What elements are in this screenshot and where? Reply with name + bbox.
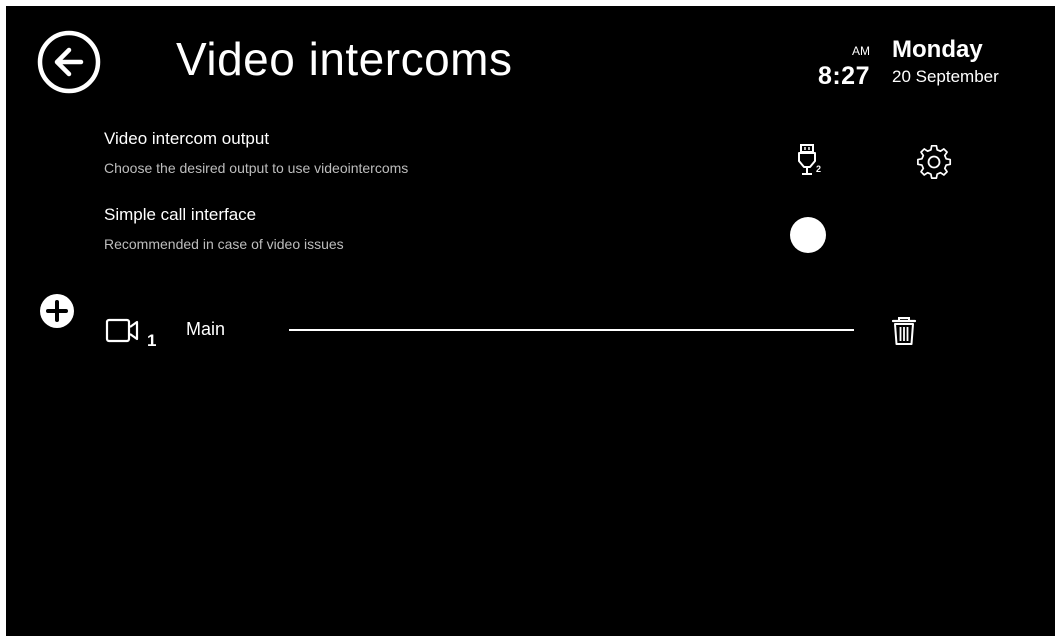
add-intercom-button[interactable] — [39, 293, 75, 329]
intercom-name: Main — [186, 319, 226, 339]
usb-plug-icon — [798, 144, 816, 175]
trash-icon — [891, 317, 917, 345]
output-select-button[interactable]: 2 — [794, 143, 828, 179]
camera-icon — [105, 318, 139, 343]
gear-icon — [917, 144, 952, 179]
date-block: Monday 20 September — [892, 36, 999, 86]
simple-call-toggle[interactable] — [790, 217, 826, 253]
output-settings-button[interactable] — [916, 144, 952, 180]
page-title: Video intercoms — [176, 33, 513, 85]
intercom-number: 1 — [147, 331, 157, 350]
clock-time: 8:27 — [817, 62, 870, 90]
back-arrow-icon — [37, 30, 101, 94]
date-label: 20 September — [892, 67, 999, 86]
output-badge: 2 — [816, 164, 822, 174]
setting-output-description: Choose the desired output to use videoin… — [104, 160, 409, 176]
screen: Video intercoms AM 8:27 Monday 20 Septem… — [6, 6, 1055, 636]
back-button[interactable] — [36, 29, 102, 95]
day-label: Monday — [892, 36, 983, 63]
delete-intercom-button[interactable] — [890, 316, 918, 346]
setting-simple-call-title: Simple call interface — [104, 205, 257, 224]
clock-ampm: AM — [852, 44, 870, 58]
clock: AM 8:27 — [804, 44, 874, 94]
setting-simple-call-description: Recommended in case of video issues — [104, 236, 344, 252]
setting-output-title: Video intercom output — [104, 129, 270, 148]
intercom-row-divider — [289, 329, 854, 331]
plus-circle-icon — [40, 294, 74, 328]
